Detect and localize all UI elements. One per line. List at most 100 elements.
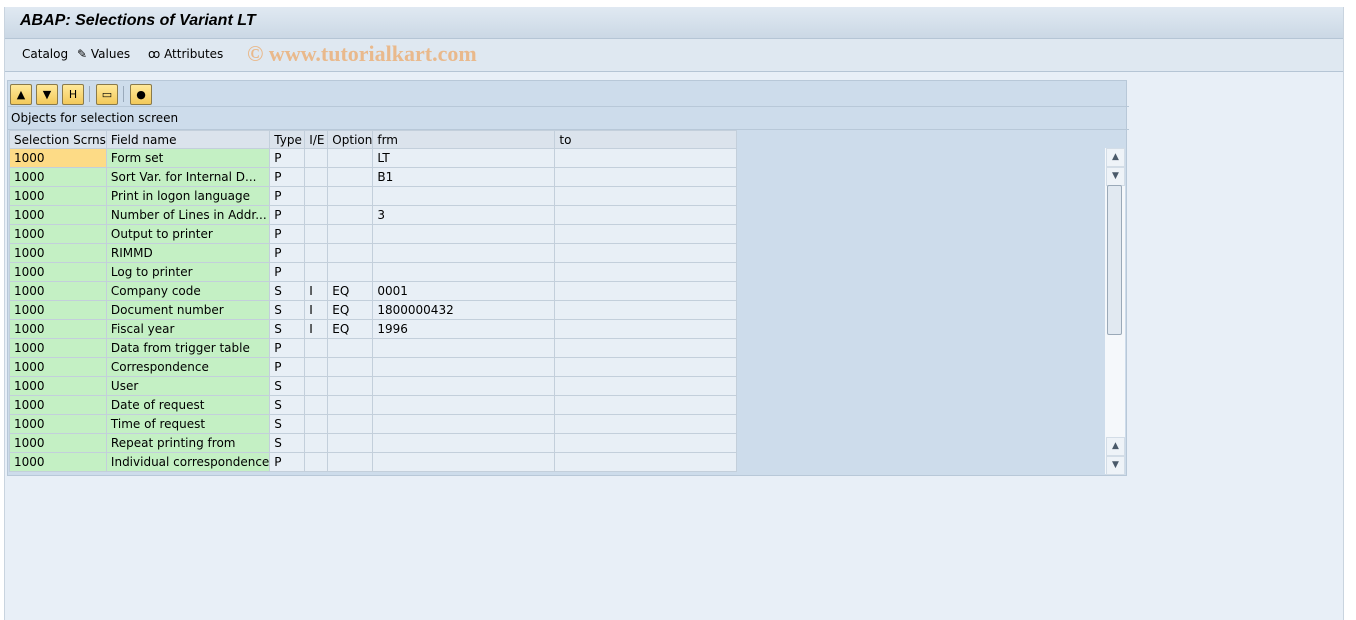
cell-frm[interactable] — [372, 452, 556, 472]
cell-type[interactable]: P — [269, 148, 306, 168]
cell-frm[interactable]: B1 — [372, 167, 556, 187]
cell-frm[interactable] — [372, 357, 556, 377]
page-up-icon[interactable]: ▲ — [1106, 437, 1125, 456]
cell-type[interactable]: P — [269, 224, 306, 244]
cell-option[interactable]: EQ — [327, 319, 374, 339]
cell-to[interactable] — [554, 395, 738, 415]
cell-type[interactable]: S — [269, 433, 306, 453]
cell-i-e[interactable]: I — [304, 300, 329, 320]
cell-to[interactable] — [554, 148, 738, 168]
cell-to[interactable] — [554, 224, 738, 244]
vertical-scrollbar[interactable]: ▲ ▼ ▲ ▼ — [1105, 148, 1125, 475]
cell-field-name[interactable]: Date of request — [105, 395, 271, 415]
column-header[interactable]: Type — [269, 130, 306, 149]
cell-frm[interactable] — [372, 376, 556, 396]
column-header[interactable]: Option — [327, 130, 374, 149]
cell-i-e[interactable] — [304, 376, 329, 396]
cell-i-e[interactable] — [304, 224, 329, 244]
cell-field-name[interactable]: Print in logon language — [105, 186, 271, 206]
cell-to[interactable] — [554, 376, 738, 396]
table-row[interactable]: 1000 Form set P LT — [9, 148, 738, 168]
cell-type[interactable]: S — [269, 300, 306, 320]
cell-type[interactable]: P — [269, 262, 306, 282]
cell-i-e[interactable] — [304, 243, 329, 263]
cell-to[interactable] — [554, 262, 738, 282]
column-header[interactable]: I/E — [304, 130, 329, 149]
cell-option[interactable]: EQ — [327, 281, 374, 301]
cell-selection-scrns[interactable]: 1000 — [9, 319, 107, 339]
table-row[interactable]: 1000 Document number S I EQ 1800000432 — [9, 300, 738, 320]
cell-field-name[interactable]: Number of Lines in Addr... — [105, 205, 271, 225]
cell-to[interactable] — [554, 452, 738, 472]
cell-option[interactable] — [327, 167, 374, 187]
cell-type[interactable]: S — [269, 395, 306, 415]
cell-i-e[interactable]: I — [304, 281, 329, 301]
catalog-button[interactable]: Catalog — [22, 47, 68, 61]
cell-selection-scrns[interactable]: 1000 — [9, 414, 107, 434]
cell-i-e[interactable] — [304, 338, 329, 358]
cell-option[interactable]: EQ — [327, 300, 374, 320]
table-row[interactable]: 1000 Time of request S — [9, 414, 738, 434]
cell-frm[interactable] — [372, 395, 556, 415]
cell-to[interactable] — [554, 186, 738, 206]
cell-frm[interactable] — [372, 243, 556, 263]
cell-selection-scrns[interactable]: 1000 — [9, 148, 107, 168]
table-row[interactable]: 1000 Date of request S — [9, 395, 738, 415]
cell-selection-scrns[interactable]: 1000 — [9, 262, 107, 282]
cell-type[interactable]: P — [269, 357, 306, 377]
values-button[interactable]: ✎ Values — [77, 47, 130, 61]
cell-option[interactable] — [327, 262, 374, 282]
cell-type[interactable]: P — [269, 186, 306, 206]
scroll-thumb[interactable] — [1107, 185, 1122, 335]
cell-field-name[interactable]: Fiscal year — [105, 319, 271, 339]
cell-field-name[interactable]: Data from trigger table — [105, 338, 271, 358]
cell-type[interactable]: S — [269, 319, 306, 339]
cell-selection-scrns[interactable]: 1000 — [9, 243, 107, 263]
column-header[interactable]: Field name — [105, 130, 271, 149]
cell-selection-scrns[interactable]: 1000 — [9, 281, 107, 301]
cell-selection-scrns[interactable]: 1000 — [9, 167, 107, 187]
column-header[interactable]: Selection Scrns — [9, 130, 107, 149]
cell-option[interactable] — [327, 205, 374, 225]
cell-option[interactable] — [327, 224, 374, 244]
page-down-icon[interactable]: ▼ — [1106, 456, 1125, 475]
cell-selection-scrns[interactable]: 1000 — [9, 395, 107, 415]
column-header[interactable]: to — [554, 130, 738, 149]
cell-i-e[interactable] — [304, 433, 329, 453]
cell-to[interactable] — [554, 319, 738, 339]
cell-selection-scrns[interactable]: 1000 — [9, 452, 107, 472]
cell-i-e[interactable] — [304, 205, 329, 225]
cell-frm[interactable] — [372, 414, 556, 434]
cell-option[interactable] — [327, 376, 374, 396]
cell-frm[interactable]: 1800000432 — [372, 300, 556, 320]
cell-i-e[interactable] — [304, 148, 329, 168]
cell-field-name[interactable]: Company code — [105, 281, 271, 301]
cell-type[interactable]: S — [269, 281, 306, 301]
cell-field-name[interactable]: User — [105, 376, 271, 396]
table-row[interactable]: 1000 Data from trigger table P — [9, 338, 738, 358]
cell-to[interactable] — [554, 338, 738, 358]
cell-frm[interactable] — [372, 224, 556, 244]
cell-type[interactable]: P — [269, 205, 306, 225]
cell-i-e[interactable] — [304, 414, 329, 434]
filter-icon[interactable]: ▼ — [36, 84, 58, 105]
cell-field-name[interactable]: Document number — [105, 300, 271, 320]
cell-field-name[interactable]: Individual correspondence — [105, 452, 271, 472]
table-row[interactable]: 1000 Company code S I EQ 0001 — [9, 281, 738, 301]
cell-frm[interactable] — [372, 433, 556, 453]
column-header[interactable]: frm — [372, 130, 556, 149]
scroll-down-icon[interactable]: ▼ — [1106, 167, 1125, 186]
cell-field-name[interactable]: Output to printer — [105, 224, 271, 244]
layout-color-icon[interactable]: ● — [130, 84, 152, 105]
scroll-up-icon[interactable]: ▲ — [1106, 148, 1125, 167]
cell-frm[interactable]: 1996 — [372, 319, 556, 339]
table-row[interactable]: 1000 Output to printer P — [9, 224, 738, 244]
cell-type[interactable]: P — [269, 452, 306, 472]
cell-frm[interactable]: 0001 — [372, 281, 556, 301]
cell-type[interactable]: P — [269, 167, 306, 187]
cell-to[interactable] — [554, 414, 738, 434]
cell-option[interactable] — [327, 357, 374, 377]
cell-option[interactable] — [327, 338, 374, 358]
print-icon[interactable]: ▭ — [96, 84, 118, 105]
cell-option[interactable] — [327, 452, 374, 472]
